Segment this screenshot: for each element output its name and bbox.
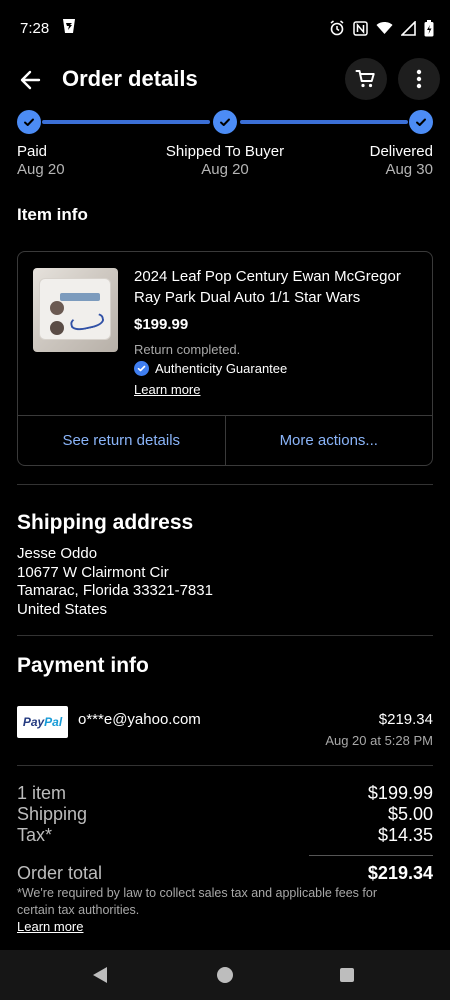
summary-shipping-label: Shipping xyxy=(17,804,88,824)
authenticity-guarantee: Authenticity Guarantee xyxy=(134,361,287,376)
step-label-paid: Paid xyxy=(17,143,48,160)
divider xyxy=(17,484,433,485)
app-bar: Order details xyxy=(0,56,450,104)
summary-tax-label: Tax* xyxy=(17,825,53,845)
status-time: 7:28 xyxy=(20,19,50,37)
signal-icon xyxy=(401,20,416,36)
item-card: 2024 Leaf Pop Century Ewan McGregor Ray … xyxy=(17,251,433,466)
nfc-icon xyxy=(353,20,368,36)
status-bar: 7:28 xyxy=(0,0,450,56)
trading-card-image xyxy=(39,278,111,340)
more-vertical-icon xyxy=(416,69,422,89)
back-button[interactable] xyxy=(14,64,46,96)
alarm-icon xyxy=(329,20,345,36)
wifi-icon xyxy=(376,21,393,35)
see-return-details-button[interactable]: See return details xyxy=(18,416,225,465)
shipping-city: Tamarac, Florida 33321-7831 xyxy=(17,582,213,599)
step-date-delivered: Aug 30 xyxy=(385,161,433,178)
step-complete-dot xyxy=(409,110,433,134)
step-date-paid: Aug 20 xyxy=(17,161,65,178)
page-title: Order details xyxy=(62,66,198,91)
item-info-heading: Item info xyxy=(17,205,88,224)
item-title[interactable]: 2024 Leaf Pop Century Ewan McGregor Ray … xyxy=(134,266,424,308)
app-notification-icon xyxy=(61,18,77,39)
item-price: $199.99 xyxy=(134,316,189,333)
progress-line-2 xyxy=(240,120,408,124)
summary-tax-value: $14.35 xyxy=(377,825,433,845)
divider xyxy=(17,765,433,766)
step-date-shipped: Aug 20 xyxy=(201,161,249,178)
step-label-delivered: Delivered xyxy=(369,143,433,160)
more-actions-button[interactable]: More actions... xyxy=(224,416,433,465)
summary-items-value: $199.99 xyxy=(367,783,433,803)
shipping-country: United States xyxy=(17,601,108,618)
progress-line-1 xyxy=(42,120,210,124)
summary-items-label: 1 item xyxy=(17,783,67,803)
tax-learn-more-link[interactable]: Learn more xyxy=(17,919,83,934)
nav-recents-icon[interactable] xyxy=(340,968,354,982)
step-complete-dot xyxy=(213,110,237,134)
nav-back-icon[interactable] xyxy=(92,966,108,984)
shipping-address-heading: Shipping address xyxy=(17,511,194,534)
shipping-name: Jesse Oddo xyxy=(17,545,98,562)
arrow-left-icon xyxy=(20,70,41,90)
payment-info-heading: Payment info xyxy=(17,654,149,677)
battery-icon xyxy=(424,19,434,37)
step-complete-dot xyxy=(17,110,41,134)
tax-disclaimer: *We're required by law to collect sales … xyxy=(17,886,377,917)
item-thumbnail[interactable] xyxy=(33,268,118,352)
shipping-street: 10677 W Clairmont Cir xyxy=(17,564,169,581)
summary-shipping-value: $5.00 xyxy=(387,804,433,824)
system-navigation-bar xyxy=(0,950,450,1000)
order-progress-tracker: Paid Aug 20 Shipped To Buyer Aug 20 Deli… xyxy=(0,108,450,178)
order-total-label: Order total xyxy=(17,863,103,883)
order-total-value: $219.34 xyxy=(367,863,433,883)
verified-check-icon xyxy=(134,361,149,376)
check-icon xyxy=(416,118,426,126)
divider xyxy=(17,635,433,636)
item-status: Return completed. xyxy=(134,342,241,357)
payment-date: Aug 20 at 5:28 PM xyxy=(325,733,433,748)
more-options-button[interactable] xyxy=(398,58,440,100)
cart-icon xyxy=(355,70,375,88)
item-card-actions: See return details More actions... xyxy=(18,415,432,465)
learn-more-link[interactable]: Learn more xyxy=(134,382,200,397)
payment-amount: $219.34 xyxy=(378,711,433,728)
paypal-logo: Pay Pal xyxy=(17,706,68,738)
check-icon xyxy=(220,118,230,126)
check-icon xyxy=(24,118,34,126)
nav-home-icon[interactable] xyxy=(217,967,233,983)
total-divider xyxy=(309,855,433,856)
step-label-shipped: Shipped To Buyer xyxy=(165,143,285,160)
cart-button[interactable] xyxy=(345,58,387,100)
authenticity-label: Authenticity Guarantee xyxy=(155,361,288,376)
payment-email: o***e@yahoo.com xyxy=(78,711,201,728)
